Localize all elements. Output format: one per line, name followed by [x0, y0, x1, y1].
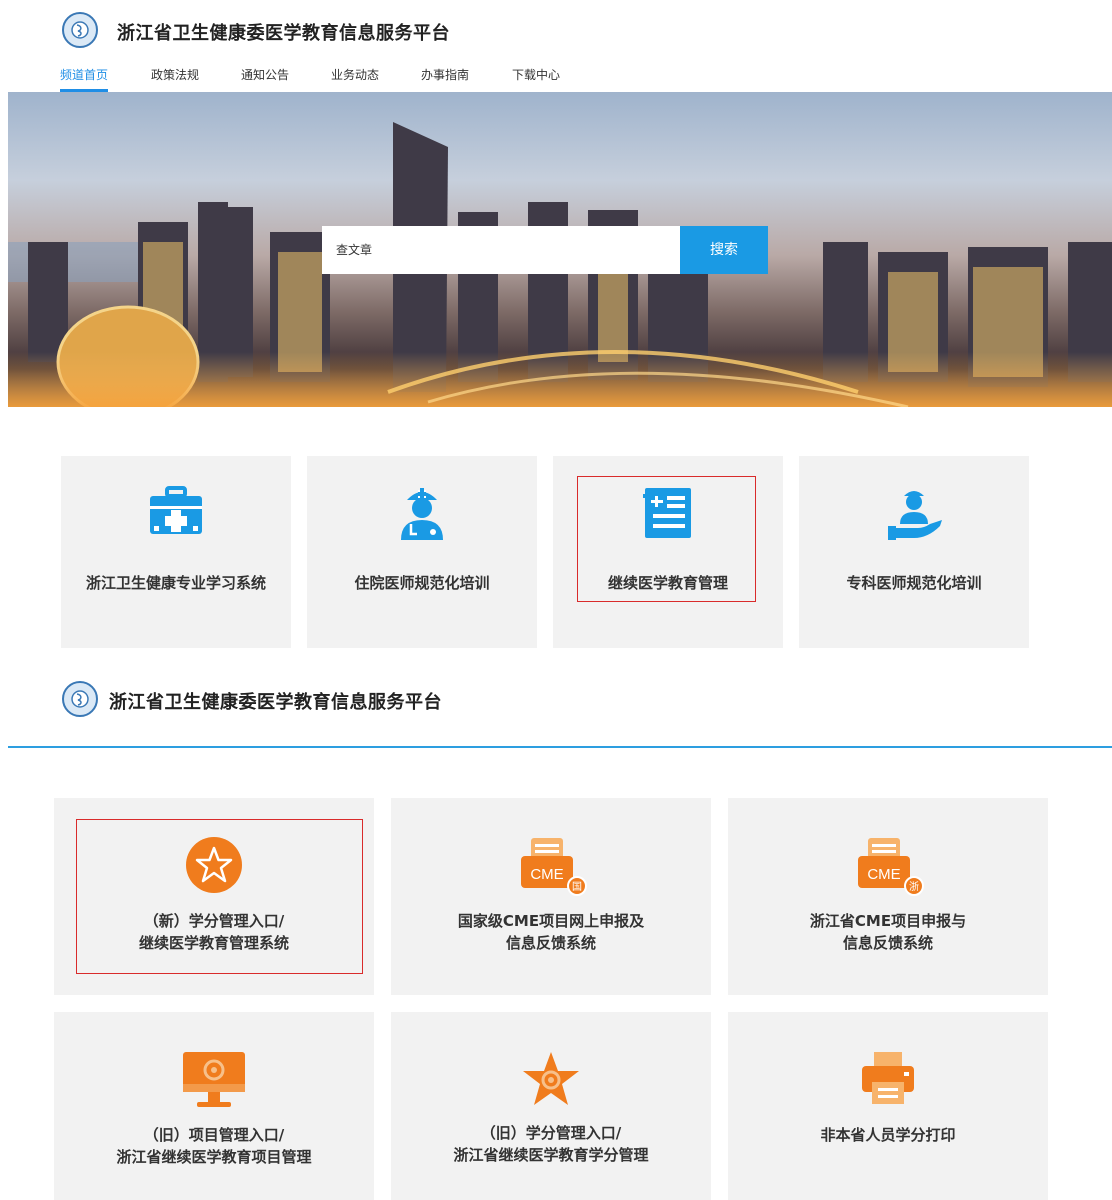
system-card-print[interactable]: 非本省人员学分打印	[728, 1012, 1048, 1200]
section-divider	[8, 746, 1112, 748]
search-button[interactable]: 搜索	[680, 226, 768, 274]
site-logo-2	[62, 681, 98, 717]
platform-card-cme[interactable]: 继续医学教育管理	[553, 456, 783, 648]
nav-policy[interactable]: 政策法规	[151, 66, 199, 89]
platform-card-study[interactable]: 浙江卫生健康专业学习系统	[61, 456, 291, 648]
system-card-national-cme[interactable]: CME 国 国家级CME项目网上申报及 信息反馈系统	[391, 798, 711, 995]
site-title: 浙江省卫生健康委医学教育信息服务平台	[117, 23, 450, 44]
system-card-old-credit[interactable]: （旧）学分管理入口/ 浙江省继续医学教育学分管理	[391, 1012, 711, 1200]
platform-card-specialist[interactable]: 专科医师规范化培训	[799, 456, 1029, 648]
nav-guide[interactable]: 办事指南	[421, 66, 469, 89]
system-card-province-cme[interactable]: CME 浙 浙江省CME项目申报与 信息反馈系统	[728, 798, 1048, 995]
system-card-new-credit[interactable]: （新）学分管理入口/ 继续医学教育管理系统	[54, 798, 374, 995]
system-card-label: 国家级CME项目网上申报及 信息反馈系统	[457, 912, 645, 952]
nav-home[interactable]: 频道首页	[60, 66, 109, 92]
platform-card-resident[interactable]: 住院医师规范化培训	[307, 456, 537, 648]
list-icon	[643, 486, 693, 544]
system-card-old-project[interactable]: （旧）项目管理入口/ 浙江省继续医学教育项目管理	[54, 1012, 374, 1200]
hand-doctor-icon	[884, 486, 944, 546]
medical-kit-icon	[148, 486, 204, 540]
nav-notice[interactable]: 通知公告	[241, 66, 289, 89]
svg-text:浙: 浙	[909, 881, 919, 893]
search-input[interactable]: 查文章	[322, 226, 680, 274]
section-title: 浙江省卫生健康委医学教育信息服务平台	[109, 692, 442, 713]
platform-card-label: 专科医师规范化培训	[846, 574, 982, 592]
system-card-label: （新）学分管理入口/ 继续医学教育管理系统	[138, 912, 289, 952]
system-card-label: （旧）学分管理入口/ 浙江省继续医学教育学分管理	[453, 1124, 649, 1164]
star-circle-icon	[185, 836, 243, 898]
cme-national-icon: CME 国	[515, 836, 587, 900]
system-card-label: （旧）项目管理入口/ 浙江省继续医学教育项目管理	[116, 1126, 312, 1166]
site-logo	[62, 12, 98, 48]
svg-text:CME: CME	[867, 866, 900, 883]
nav-download[interactable]: 下载中心	[512, 66, 560, 89]
monitor-icon	[181, 1050, 247, 1114]
system-card-label: 浙江省CME项目申报与 信息反馈系统	[809, 912, 967, 952]
platform-card-label: 住院医师规范化培训	[354, 574, 490, 592]
nav-news[interactable]: 业务动态	[331, 66, 379, 89]
doctor-icon	[397, 486, 447, 546]
platform-card-label: 浙江卫生健康专业学习系统	[85, 574, 266, 592]
printer-icon	[860, 1050, 916, 1110]
system-card-label: 非本省人员学分打印	[820, 1126, 956, 1144]
svg-text:CME: CME	[530, 866, 563, 883]
svg-text:国: 国	[572, 881, 582, 893]
star-gear-icon	[521, 1050, 581, 1112]
cme-province-icon: CME 浙	[852, 836, 924, 900]
platform-card-label: 继续医学教育管理	[607, 574, 728, 592]
